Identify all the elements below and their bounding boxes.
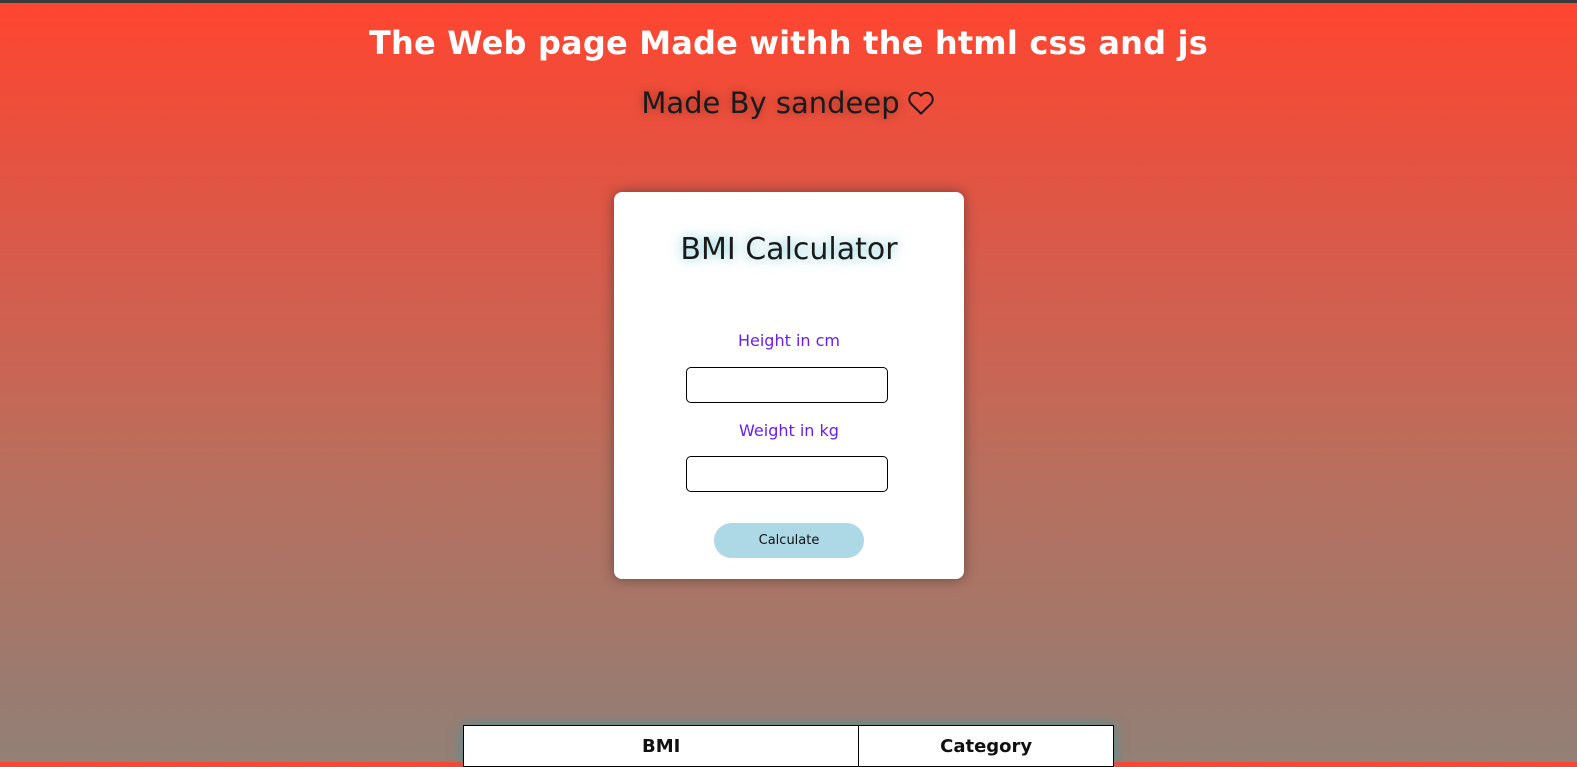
- bmi-category-table: BMI Category: [462, 725, 1114, 767]
- author-byline: Made By sandeep: [0, 86, 1577, 120]
- heart-icon: [906, 88, 936, 118]
- bmi-calculator-card: BMI Calculator Height in cm Weight in kg…: [614, 192, 964, 579]
- table-header-bmi: BMI: [462, 725, 860, 767]
- height-label: Height in cm: [737, 331, 841, 350]
- top-border-line: [0, 0, 1577, 3]
- height-input[interactable]: [686, 367, 888, 403]
- weight-label: Weight in kg: [739, 421, 839, 440]
- table-header-row: BMI Category: [462, 725, 1114, 767]
- calculate-button[interactable]: Calculate: [714, 523, 864, 558]
- weight-input[interactable]: [686, 456, 888, 492]
- calculator-title: BMI Calculator: [680, 232, 898, 267]
- page-title: The Web page Made withh the html css and…: [368, 24, 1209, 62]
- table-header-category: Category: [858, 725, 1114, 767]
- author-byline-text: Made By sandeep: [641, 86, 900, 120]
